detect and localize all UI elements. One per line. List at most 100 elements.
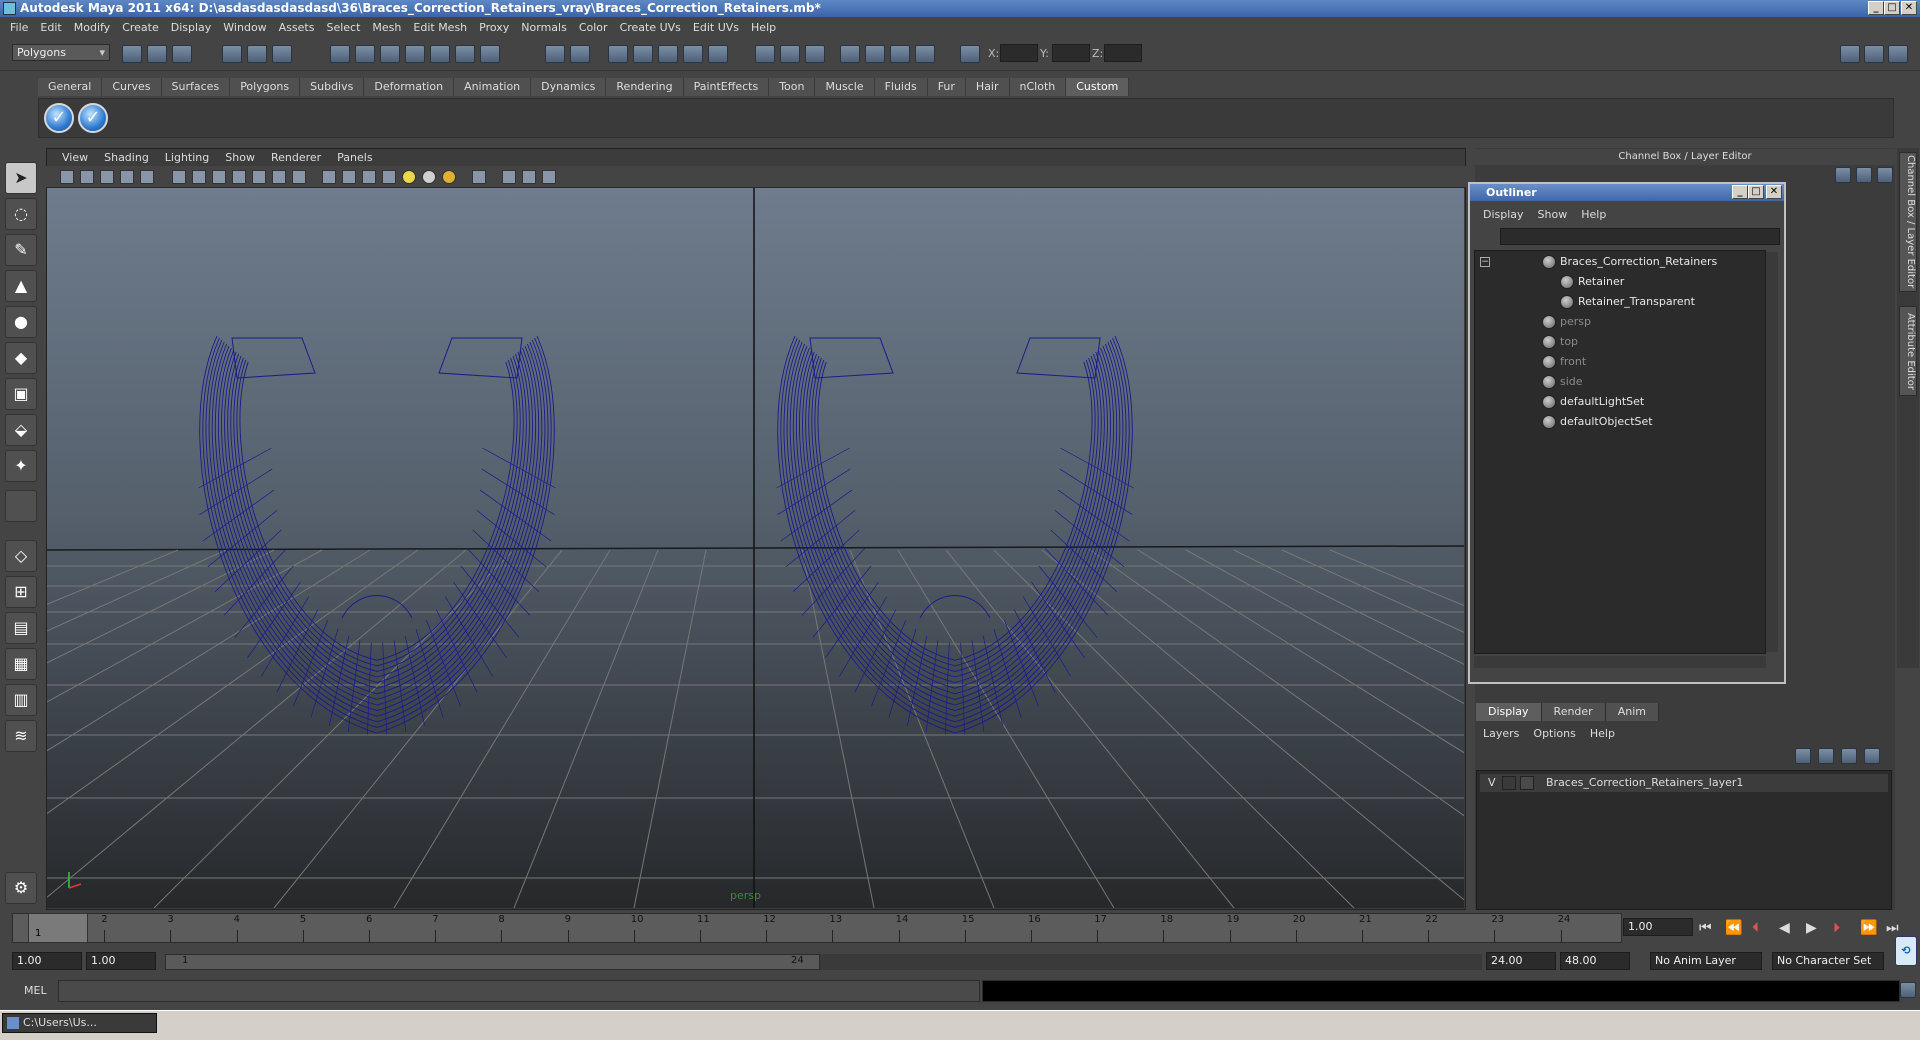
select-hierarchy-icon[interactable]: [222, 45, 242, 63]
retainer-mesh-left[interactable]: [198, 335, 556, 735]
menu-proxy[interactable]: Proxy: [473, 21, 515, 34]
outliner-item[interactable]: side: [1560, 373, 1583, 391]
gate-mask-icon[interactable]: [212, 170, 226, 184]
textured-icon[interactable]: [382, 170, 396, 184]
mel-label[interactable]: MEL: [24, 984, 47, 997]
checkmark-shelf-icon-2[interactable]: ✓: [78, 103, 108, 133]
film-gate-icon[interactable]: [172, 170, 186, 184]
menu-edit-uvs[interactable]: Edit UVs: [687, 21, 745, 34]
shelf-tab-hair[interactable]: Hair: [965, 78, 1010, 96]
go-to-end-icon[interactable]: ⏭: [1886, 920, 1899, 936]
shelf-tab-animation[interactable]: Animation: [454, 78, 532, 96]
outliner-item[interactable]: Retainer: [1578, 273, 1624, 291]
toggle-attribute-editor-icon[interactable]: [1840, 45, 1860, 63]
outliner-filter-input[interactable]: [1500, 228, 1780, 245]
show-manip-icon[interactable]: [840, 45, 860, 63]
vp-menu-shading[interactable]: Shading: [96, 151, 157, 164]
menu-window[interactable]: Window: [217, 21, 272, 34]
image-plane-icon[interactable]: [120, 170, 134, 184]
camera-attr-icon[interactable]: [80, 170, 94, 184]
paint-select-tool-icon[interactable]: ✎: [5, 234, 37, 266]
menu-set-dropdown[interactable]: Polygons: [12, 44, 110, 61]
menu-create-uvs[interactable]: Create UVs: [614, 21, 687, 34]
shelf-tab-fur[interactable]: Fur: [927, 78, 966, 96]
four-view-layout-icon[interactable]: ⊞: [5, 576, 37, 608]
persp-graph-layout-icon[interactable]: ▦: [5, 648, 37, 680]
script-editor-button-icon[interactable]: [1900, 982, 1916, 998]
output-ops-icon[interactable]: [780, 45, 800, 63]
outliner-item[interactable]: Braces_Correction_Retainers: [1560, 253, 1717, 271]
step-back-frame-icon[interactable]: ⏪: [1725, 920, 1742, 936]
wireframe-on-shaded-icon[interactable]: [362, 170, 376, 184]
toggle-tool-settings-icon[interactable]: [1864, 45, 1884, 63]
render-view-icon[interactable]: [608, 45, 628, 63]
persp-outliner-layout-icon[interactable]: ▤: [5, 612, 37, 644]
shelf-tab-painteffects[interactable]: PaintEffects: [683, 78, 770, 96]
last-tool-icon[interactable]: [5, 490, 37, 522]
menu-edit[interactable]: Edit: [34, 21, 67, 34]
step-forward-key-icon[interactable]: ⏵: [1833, 920, 1840, 936]
range-slider[interactable]: 1 24: [165, 954, 820, 970]
all-lights-icon[interactable]: [422, 170, 436, 184]
playback-end-field[interactable]: 24.00: [1486, 952, 1556, 970]
outliner-menu-display[interactable]: Display: [1476, 208, 1531, 221]
anim-layer-dropdown[interactable]: No Anim Layer: [1650, 952, 1762, 970]
outliner-menu-help[interactable]: Help: [1574, 208, 1613, 221]
menu-file[interactable]: File: [4, 21, 34, 34]
vp-menu-lighting[interactable]: Lighting: [157, 151, 217, 164]
autokey-icon[interactable]: ⟲: [1895, 936, 1917, 966]
time-slider[interactable]: [12, 913, 1622, 943]
lasso-tool-icon[interactable]: ◌: [5, 198, 37, 230]
safe-action-icon[interactable]: [252, 170, 266, 184]
resolution-gate-icon[interactable]: [192, 170, 206, 184]
layer-menu-help[interactable]: Help: [1583, 727, 1622, 740]
menu-normals[interactable]: Normals: [515, 21, 573, 34]
xray-joints-icon[interactable]: [522, 170, 536, 184]
shelf-tab-polygons[interactable]: Polygons: [230, 78, 301, 96]
move-tool-icon[interactable]: ▲: [5, 270, 37, 302]
channel-box-options-icon[interactable]: [1856, 167, 1872, 183]
vp-menu-view[interactable]: View: [54, 151, 96, 164]
open-scene-icon[interactable]: [147, 45, 167, 63]
maximize-button[interactable]: □: [1884, 1, 1900, 15]
snap-surface-icon[interactable]: [430, 45, 450, 63]
character-set-dropdown[interactable]: No Character Set: [1772, 952, 1884, 970]
new-layer-from-selection-icon[interactable]: [1864, 748, 1880, 764]
shelf-tab-curves[interactable]: Curves: [102, 78, 162, 96]
animation-end-field[interactable]: 48.00: [1560, 952, 1630, 970]
checkmark-shelf-icon[interactable]: ✓: [44, 103, 74, 133]
render-settings-icon[interactable]: [683, 45, 703, 63]
isolate-select-icon[interactable]: [502, 170, 516, 184]
relative-transform-icon[interactable]: [915, 45, 935, 63]
outliner-close-button[interactable]: ✕: [1766, 185, 1782, 199]
ipr-render-icon[interactable]: [658, 45, 678, 63]
texture-toggle-icon[interactable]: [292, 170, 306, 184]
smooth-shade-icon[interactable]: [342, 170, 356, 184]
shelf-tab-rendering[interactable]: Rendering: [606, 78, 684, 96]
vp-menu-show[interactable]: Show: [217, 151, 263, 164]
collapse-icon[interactable]: −: [1480, 257, 1490, 267]
shelf-tab-deformation[interactable]: Deformation: [364, 78, 455, 96]
outliner-item[interactable]: Retainer_Transparent: [1578, 293, 1695, 311]
go-to-start-icon[interactable]: ⏮: [1699, 920, 1712, 936]
hud-icon[interactable]: [542, 170, 556, 184]
menu-edit-mesh[interactable]: Edit Mesh: [407, 21, 473, 34]
default-light-icon[interactable]: [402, 170, 416, 184]
new-layer-icon[interactable]: [1841, 748, 1857, 764]
snap-curve-icon[interactable]: [355, 45, 375, 63]
close-button[interactable]: ✕: [1901, 1, 1917, 15]
side-tab-attribute-editor[interactable]: Attribute Editor: [1899, 306, 1917, 396]
menu-display[interactable]: Display: [165, 21, 218, 34]
layer-row[interactable]: V Braces_Correction_Retainers_layer1: [1480, 774, 1888, 792]
save-scene-icon[interactable]: [172, 45, 192, 63]
outliner-vertical-scrollbar[interactable]: [1766, 252, 1778, 652]
bookmark-icon[interactable]: [100, 170, 114, 184]
xray-icon[interactable]: [472, 170, 486, 184]
sculpt-icon[interactable]: [890, 45, 910, 63]
toggle-channel-box-icon[interactable]: [1888, 45, 1908, 63]
menu-select[interactable]: Select: [320, 21, 366, 34]
playback-start-field[interactable]: 1.00: [86, 952, 156, 970]
outliner-horizontal-scrollbar[interactable]: [1474, 656, 1766, 668]
camera-select-icon[interactable]: [60, 170, 74, 184]
soft-mod-tool-icon[interactable]: ⬙: [5, 414, 37, 446]
